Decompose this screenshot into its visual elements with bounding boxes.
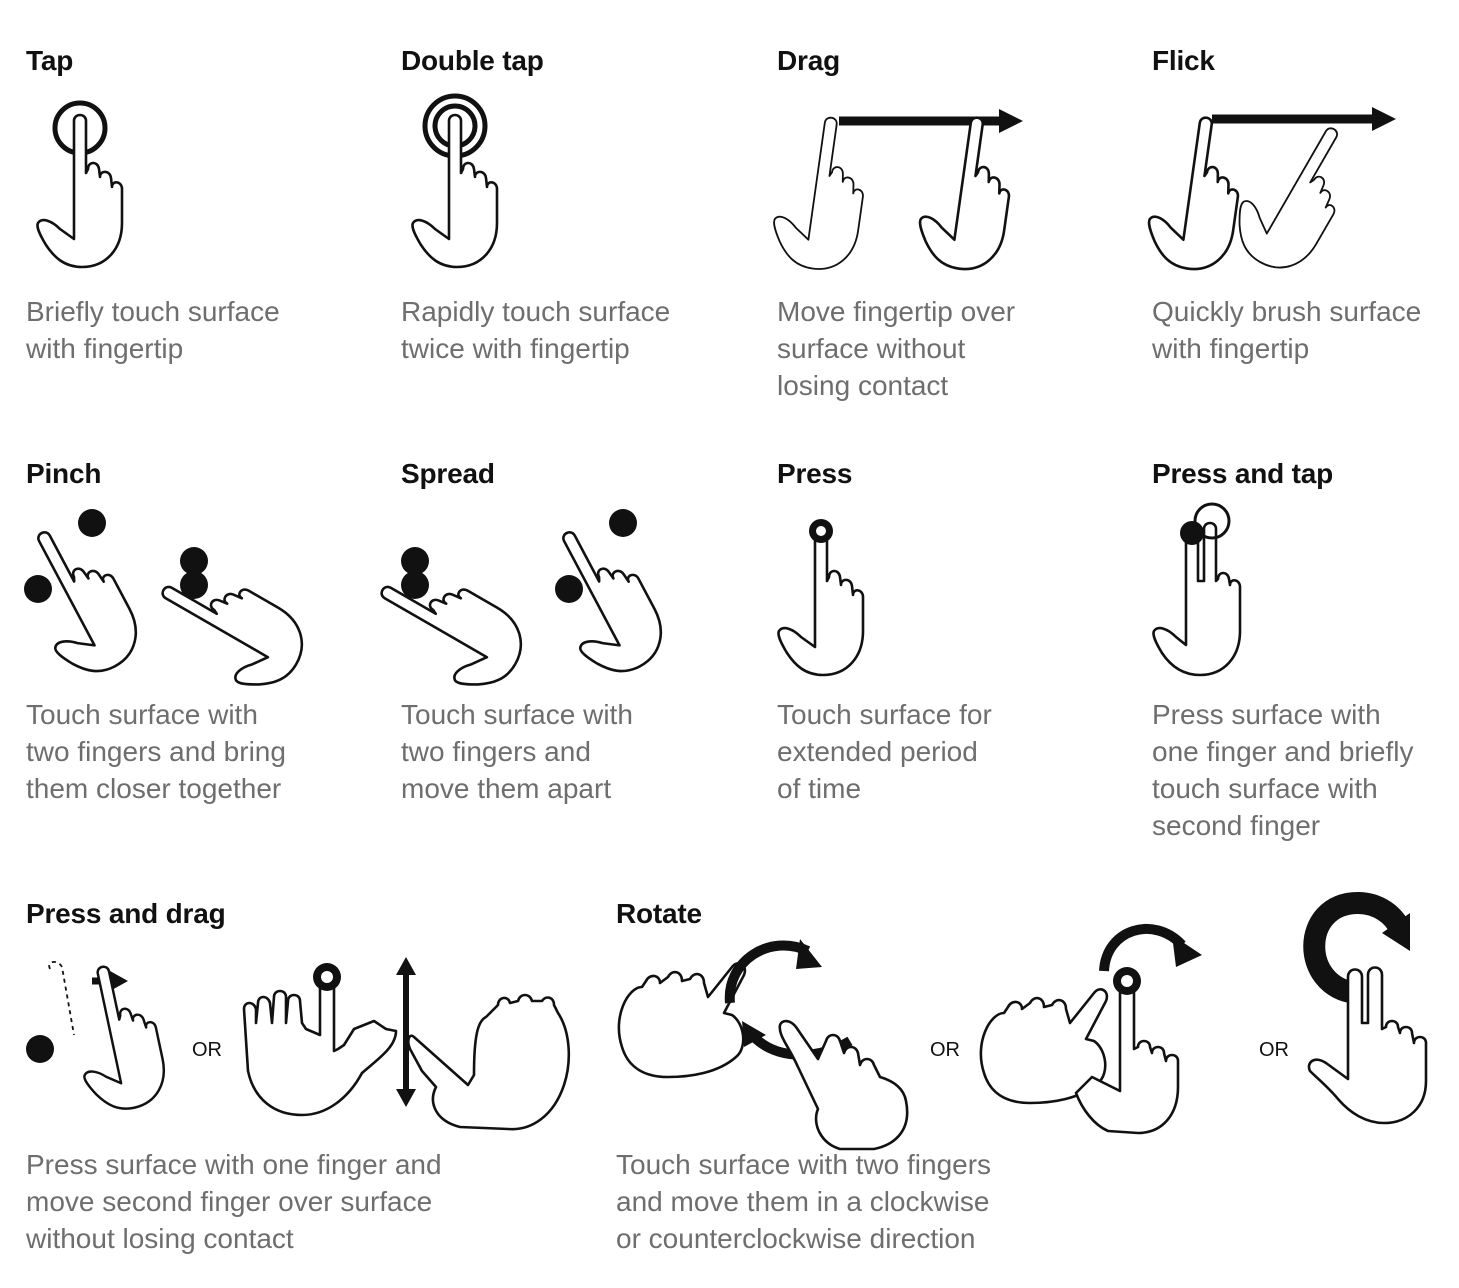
flick-hand-icon <box>1142 107 1396 283</box>
gesture-rotate: Rotate OR OR Touch surface with two fing… <box>616 891 1456 1273</box>
gesture-double-tap: Double tap Rapidly touch surface twice w… <box>401 40 761 420</box>
gesture-press: Press Touch surface for extended period … <box>777 455 1137 835</box>
gesture-description: Touch surface for extended period of tim… <box>777 699 992 804</box>
gesture-pinch: Pinch Touch surface with two fingers and… <box>2 455 386 835</box>
rotate-option-a-icon <box>617 939 909 1151</box>
drag-hands-icon <box>767 109 1023 276</box>
or-separator: OR <box>1259 1039 1289 1061</box>
gesture-flick: Flick Quickly brush surface with fingert… <box>1142 40 1452 420</box>
tap-hand-icon <box>36 100 124 269</box>
gesture-press-and-tap: Press and tap Press surface with one fin… <box>1152 455 1452 855</box>
gesture-title: Flick <box>1152 45 1215 76</box>
gesture-title: Pinch <box>26 458 102 489</box>
spread-hands-icon <box>359 509 677 705</box>
gesture-description: Move fingertip over surface without losi… <box>777 296 1016 401</box>
gesture-drag: Drag Move fingertip over surface without… <box>767 40 1137 420</box>
rotate-option-b-icon <box>979 924 1202 1135</box>
gesture-tap: Tap Briefly touch surface with fingertip <box>26 40 386 420</box>
or-separator: OR <box>930 1039 960 1061</box>
gesture-press-and-drag: Press and drag OR Press surface with one… <box>26 893 586 1273</box>
gesture-description: Touch surface with two fingers and move … <box>401 699 633 804</box>
press-hand-icon <box>777 519 865 677</box>
press-and-tap-hand-icon <box>1152 502 1242 677</box>
gesture-description: Press surface with one finger and move s… <box>26 1149 442 1254</box>
double-tap-hand-icon <box>411 93 499 269</box>
gesture-title: Rotate <box>616 898 702 929</box>
gesture-description: Quickly brush surface with fingertip <box>1152 296 1422 364</box>
gesture-title: Press and drag <box>26 898 226 929</box>
gesture-title: Press <box>777 458 853 489</box>
gesture-description: Touch surface with two fingers and bring… <box>26 699 286 804</box>
gesture-title: Double tap <box>401 45 544 76</box>
gesture-description: Briefly touch surface with fingertip <box>26 296 280 364</box>
gesture-title: Drag <box>777 45 840 76</box>
gesture-description: Touch surface with two fingers and move … <box>616 1149 992 1254</box>
press-and-drag-option-b-icon <box>242 957 571 1131</box>
rotate-option-c-icon <box>1303 891 1428 1125</box>
gesture-spread: Spread Touch surface with two fingers an… <box>359 455 761 835</box>
gesture-description: Rapidly touch surface twice with fingert… <box>401 296 671 364</box>
press-and-drag-option-a-icon <box>26 957 173 1118</box>
gesture-title: Tap <box>26 45 74 76</box>
or-separator: OR <box>192 1039 222 1061</box>
pinch-hands-icon <box>2 509 318 705</box>
gesture-title: Spread <box>401 458 495 489</box>
gesture-description: Press surface with one finger and briefl… <box>1152 699 1414 841</box>
gesture-title: Press and tap <box>1152 458 1334 489</box>
